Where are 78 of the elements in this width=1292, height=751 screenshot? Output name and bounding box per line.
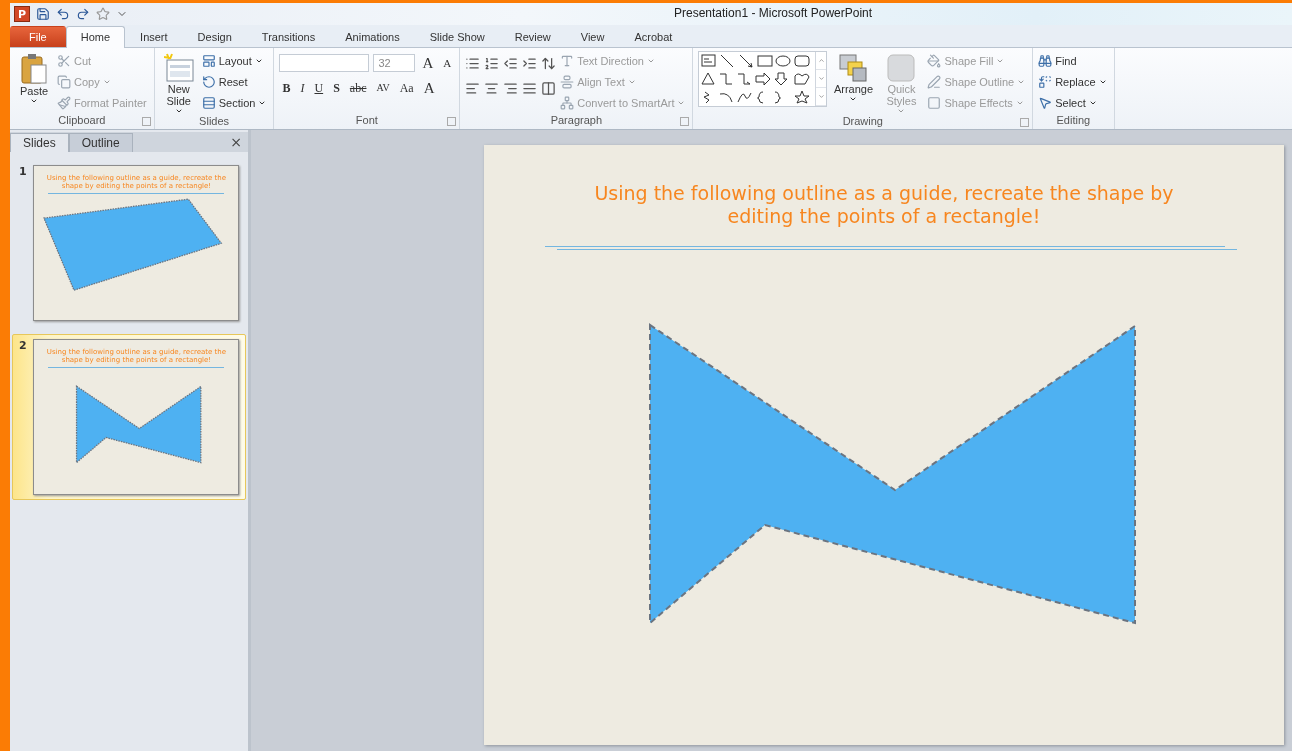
- ribbon-button[interactable]: Paste: [15, 51, 53, 114]
- font-size-field[interactable]: 32: [373, 54, 416, 72]
- ribbon-tab[interactable]: Animations: [330, 26, 415, 47]
- layout-icon: [201, 54, 216, 68]
- star-icon[interactable]: [96, 7, 110, 21]
- ribbon-button[interactable]: Arrange: [831, 51, 876, 115]
- pane-tab[interactable]: Outline: [68, 133, 133, 152]
- binoculars-icon: [1038, 54, 1053, 68]
- slide-number: 1: [19, 165, 28, 180]
- smartart-icon: [560, 96, 575, 110]
- undo-icon[interactable]: [56, 7, 70, 21]
- new-slide-icon: [163, 53, 194, 83]
- ribbon-button[interactable]: Reset: [201, 72, 269, 92]
- ribbon-tab[interactable]: Home: [65, 26, 126, 48]
- copy-icon: [57, 75, 71, 89]
- ribbon-tab[interactable]: Acrobat: [619, 26, 688, 47]
- format-button[interactable]: S: [330, 80, 343, 96]
- ribbon-tab[interactable]: View: [565, 26, 620, 47]
- quick-styles-icon: [886, 53, 917, 83]
- increase-indent-icon[interactable]: [522, 55, 538, 71]
- redo-icon[interactable]: [76, 7, 90, 21]
- cursor-icon: [1038, 96, 1053, 110]
- columns-icon[interactable]: [541, 80, 557, 96]
- square-icon: [927, 96, 942, 110]
- ribbon-button[interactable]: Section: [201, 93, 269, 113]
- justify-icon[interactable]: [522, 80, 538, 96]
- ribbon-tab[interactable]: Design: [182, 26, 247, 47]
- file-menu-button[interactable]: File: [10, 26, 66, 47]
- format-button[interactable]: AV: [373, 80, 393, 96]
- save-icon[interactable]: [36, 7, 50, 21]
- format-button[interactable]: abc: [346, 80, 370, 96]
- ribbon-tab[interactable]: Slide Show: [414, 26, 500, 47]
- format-button[interactable]: U: [311, 80, 327, 96]
- slide-title: Using the following outline as a guide, recreate the shape by editing the points of a rectangle!: [593, 182, 1175, 228]
- replace-icon: [1038, 75, 1053, 89]
- scissors-icon: [57, 54, 71, 68]
- slide-number: 2: [19, 339, 28, 354]
- format-button[interactable]: A: [420, 80, 438, 96]
- numbering-icon[interactable]: [484, 55, 500, 71]
- group-label: Slides: [199, 115, 230, 127]
- format-button[interactable]: B: [279, 80, 294, 96]
- pen-icon: [927, 75, 942, 89]
- arrange-icon: [838, 53, 869, 83]
- grow-font-button[interactable]: A: [419, 55, 437, 71]
- format-button[interactable]: I: [297, 80, 308, 96]
- reset-icon: [201, 75, 216, 89]
- app-logo: P: [14, 6, 30, 22]
- ribbon-tab[interactable]: Review: [499, 26, 566, 47]
- ribbon-tab[interactable]: Insert: [125, 26, 183, 47]
- line-spacing-icon[interactable]: [541, 55, 557, 71]
- paint-bucket-icon: [927, 54, 942, 68]
- align-text-icon: [560, 75, 575, 89]
- format-button[interactable]: Aa: [396, 80, 417, 96]
- shrink-font-button[interactable]: A: [440, 55, 455, 71]
- clipboard-icon: [20, 53, 48, 85]
- ribbon-button[interactable]: Find: [1038, 51, 1109, 71]
- group-label: Clipboard: [58, 114, 106, 126]
- align-left-icon[interactable]: [465, 80, 481, 96]
- paintbrush-icon: [57, 96, 71, 110]
- ribbon-button[interactable]: New Slide: [159, 51, 198, 115]
- bullets-icon[interactable]: [465, 55, 481, 71]
- align-center-icon[interactable]: [484, 80, 500, 96]
- group-label: Paragraph: [550, 114, 603, 126]
- decrease-indent-icon[interactable]: [503, 55, 519, 71]
- ribbon-tab[interactable]: Transitions: [246, 26, 331, 47]
- ribbon-button[interactable]: Select: [1038, 93, 1109, 113]
- ribbon-button[interactable]: Replace: [1038, 72, 1109, 92]
- text-direction-icon: [560, 54, 575, 68]
- group-label: Font: [355, 114, 378, 126]
- align-right-icon[interactable]: [503, 80, 519, 96]
- window-title: Presentation1 - Microsoft PowerPoint: [674, 6, 873, 20]
- group-label: Drawing: [842, 115, 883, 127]
- font-name-field[interactable]: [279, 54, 370, 72]
- group-label: Editing: [1056, 114, 1091, 126]
- pane-tab[interactable]: Slides: [10, 133, 69, 152]
- ribbon-button[interactable]: Layout: [201, 51, 269, 71]
- section-icon: [201, 96, 216, 110]
- close-button[interactable]: ×: [230, 134, 242, 150]
